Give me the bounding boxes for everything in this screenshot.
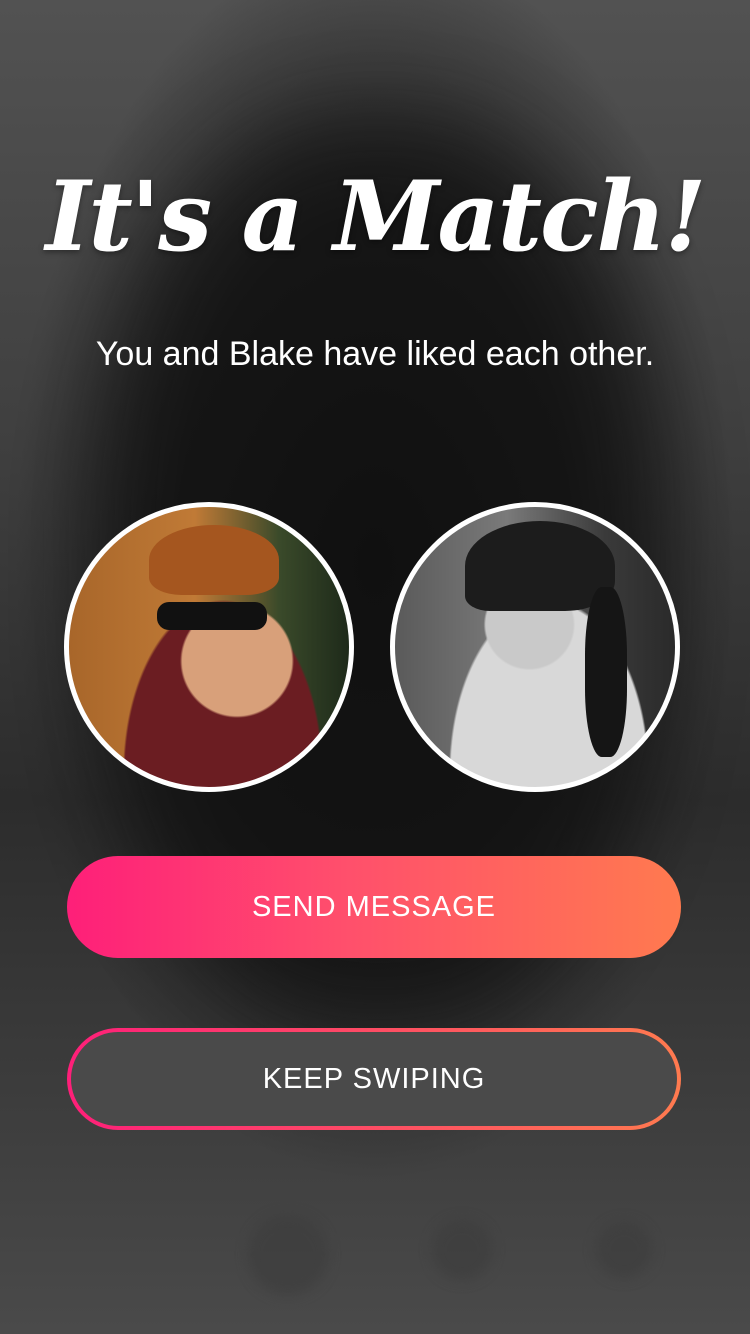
keep-swiping-button[interactable]: KEEP SWIPING (67, 1028, 681, 1130)
match-overlay: It's a Match! You and Blake have liked e… (0, 0, 750, 1334)
keep-swiping-label: KEEP SWIPING (262, 1062, 486, 1095)
send-message-button[interactable]: SEND MESSAGE (67, 856, 681, 958)
avatar-hair (149, 525, 279, 595)
send-message-label: SEND MESSAGE (251, 890, 497, 923)
avatar-sunglasses (157, 602, 267, 630)
match-subtitle: You and Blake have liked each other. (95, 335, 655, 373)
avatar-ponytail (585, 587, 627, 757)
match-title: It's a Match! (45, 160, 707, 273)
user-avatar (64, 502, 354, 792)
match-avatar (390, 502, 680, 792)
